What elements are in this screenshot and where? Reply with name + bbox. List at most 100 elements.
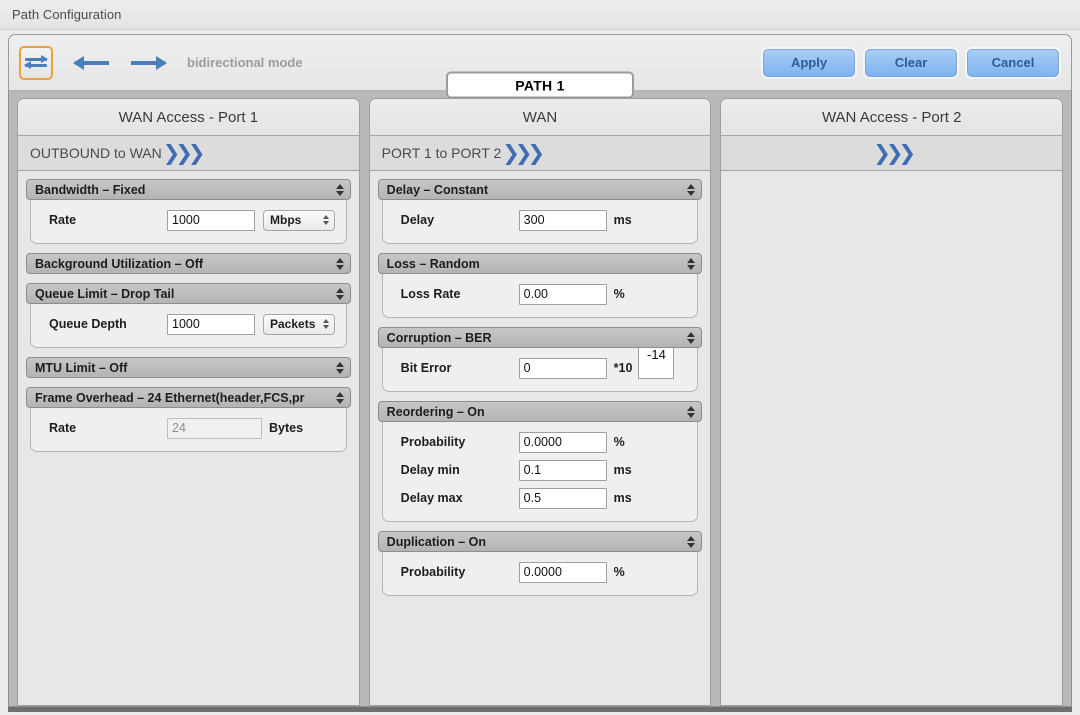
stepper-arrows-icon xyxy=(335,287,344,300)
section-header-label: MTU Limit – Off xyxy=(35,360,128,375)
bidirectional-mode-toggle-button[interactable] xyxy=(19,45,53,80)
corruption-section: Corruption – BER Bit Error *10 -14 xyxy=(377,327,703,392)
reordering-section-header-dropdown[interactable]: Reordering – On xyxy=(377,401,703,422)
column-body xyxy=(721,171,1062,705)
delay-section-header-dropdown[interactable]: Delay – Constant xyxy=(377,179,703,200)
field-unit-label: ms xyxy=(613,463,632,477)
queue-limit-section: Queue Limit – Drop Tail Queue Depth Packet… xyxy=(26,283,351,348)
section-header-label: Duplication – On xyxy=(386,534,486,549)
frame-overhead-section-header-dropdown[interactable]: Frame Overhead – 24 Ethernet(header,FCS,… xyxy=(26,387,351,408)
queue-limit-section-header-dropdown[interactable]: Queue Limit – Drop Tail xyxy=(26,283,351,304)
field-unit-label: % xyxy=(613,565,625,579)
field-label: Loss Rate xyxy=(400,287,461,301)
section-header-label: Corruption – BER xyxy=(386,330,492,345)
field-row: Delay ms xyxy=(383,207,698,233)
duplication-section-header-dropdown[interactable]: Duplication – On xyxy=(377,531,703,552)
section-body: Queue Depth Packets xyxy=(30,303,347,348)
field-label: Probability xyxy=(400,435,466,449)
mtu-limit-section-header-dropdown[interactable]: MTU Limit – Off xyxy=(26,357,351,378)
column-1: WAN Access - Port 1 OUTBOUND to WAN ❯❯❯ Ban… xyxy=(17,98,360,706)
column-title: WAN xyxy=(369,99,711,136)
bandwidth-section-header-dropdown[interactable]: Bandwidth – Fixed xyxy=(26,179,351,200)
section-body: Probability% Delay min ms Delay max ms xyxy=(381,421,699,522)
field-row: Probability% xyxy=(383,429,698,455)
section-body: Bit Error *10 -14 xyxy=(381,345,699,392)
field-label: Delay max xyxy=(400,491,463,505)
column-subtitle-bar: ❯❯❯ xyxy=(721,136,1063,171)
field-input[interactable] xyxy=(518,357,607,379)
loss-section-header-dropdown[interactable]: Loss – Random xyxy=(377,253,703,274)
field-label: Rate xyxy=(49,213,77,227)
field-label: Delay min xyxy=(400,463,460,477)
loss-section: Loss – Random Loss Rate% xyxy=(377,253,703,318)
field-input[interactable] xyxy=(518,431,607,453)
background-utilization-section: Background Utilization – Off xyxy=(26,253,351,274)
chevron-updown-icon xyxy=(323,215,329,225)
column-subtitle-bar: PORT 1 to PORT 2 ❯❯❯ xyxy=(369,136,711,171)
stepper-arrows-icon xyxy=(687,257,696,270)
stepper-arrows-icon xyxy=(335,257,344,270)
chevron-updown-icon xyxy=(323,319,329,329)
field-input[interactable] xyxy=(518,459,607,481)
mtu-limit-section: MTU Limit – Off xyxy=(26,357,351,378)
column-body: Bandwidth – Fixed Rate Mbps Background Util… xyxy=(18,171,359,705)
path-columns-board: WAN Access - Port 1 OUTBOUND to WAN ❯❯❯ Ban… xyxy=(8,90,1072,707)
field-unit-label: Bytes xyxy=(269,421,304,435)
reordering-section: Reordering – OnProbability%Delay minmsDe… xyxy=(377,401,703,522)
section-header-label: Loss – Random xyxy=(386,256,480,271)
field-row: Probability% xyxy=(383,559,698,585)
unit-select-dropdown[interactable]: Mbps xyxy=(263,209,335,231)
path-name-field[interactable]: PATH 1 xyxy=(446,71,634,99)
column-subtitle: OUTBOUND to WAN xyxy=(30,145,162,161)
field-label: Queue Depth xyxy=(49,317,127,331)
field-unit-label: ms xyxy=(613,213,632,227)
footer-strip xyxy=(8,707,1072,712)
column-subtitle: PORT 1 to PORT 2 xyxy=(381,145,502,161)
field-input[interactable] xyxy=(167,313,255,335)
arrow-left-icon xyxy=(24,61,47,69)
field-input[interactable] xyxy=(518,283,607,305)
toolbar: bidirectional mode PATH 1 Apply Clear Ca… xyxy=(8,34,1072,99)
field-row: Delay max ms xyxy=(383,485,698,511)
stepper-arrows-icon xyxy=(335,361,344,374)
big-arrow-right-icon xyxy=(131,55,167,70)
exponent-input[interactable]: -14 xyxy=(638,345,675,379)
direction-indicator xyxy=(73,55,167,70)
cancel-button[interactable]: Cancel xyxy=(967,48,1059,77)
column-title: WAN Access - Port 2 xyxy=(721,99,1063,136)
section-body: Rate Bytes xyxy=(30,407,347,452)
unit-select-dropdown[interactable]: Packets xyxy=(263,313,335,335)
field-input[interactable] xyxy=(518,487,607,509)
apply-button[interactable]: Apply xyxy=(763,48,855,77)
window-title: Path Configuration xyxy=(12,7,122,22)
delay-section: Delay – Constant Delay ms xyxy=(377,179,703,244)
field-row: Queue Depth Packets xyxy=(31,311,346,337)
chevrons-right-icon: ❯❯❯ xyxy=(502,140,545,165)
section-body: Delay ms xyxy=(381,199,699,244)
stepper-arrows-icon xyxy=(335,391,344,404)
field-input[interactable] xyxy=(518,561,607,583)
field-label: Probability xyxy=(400,565,466,579)
field-unit-label: % xyxy=(613,287,625,301)
field-row: Loss Rate% xyxy=(383,281,698,307)
section-header-label: Background Utilization – Off xyxy=(35,256,204,271)
field-row: Rate Mbps xyxy=(31,207,346,233)
corruption-section-header-dropdown[interactable]: Corruption – BER xyxy=(377,327,703,348)
clear-button[interactable]: Clear xyxy=(865,48,957,77)
stepper-arrows-icon xyxy=(687,183,696,196)
field-label: Delay xyxy=(400,213,435,227)
field-row: Bit Error *10 -14 xyxy=(383,345,698,381)
section-header-label: Frame Overhead – 24 Ethernet(header,FCS,… xyxy=(35,390,305,405)
column-body: Delay – ConstantDelaymsLoss – RandomLoss… xyxy=(370,171,711,705)
unit-select-value: Packets xyxy=(270,317,316,331)
background-utilization-section-header-dropdown[interactable]: Background Utilization – Off xyxy=(26,253,351,274)
field-input[interactable] xyxy=(167,209,255,231)
field-row: Rate Bytes xyxy=(31,415,346,441)
field-unit-label: % xyxy=(613,435,625,449)
field-input[interactable] xyxy=(167,417,262,439)
chevrons-right-icon: ❯❯❯ xyxy=(873,140,916,165)
field-label: Rate xyxy=(49,421,77,435)
field-row: Delay min ms xyxy=(383,457,698,483)
field-unit-label: *10 xyxy=(613,361,633,375)
field-input[interactable] xyxy=(518,209,607,231)
